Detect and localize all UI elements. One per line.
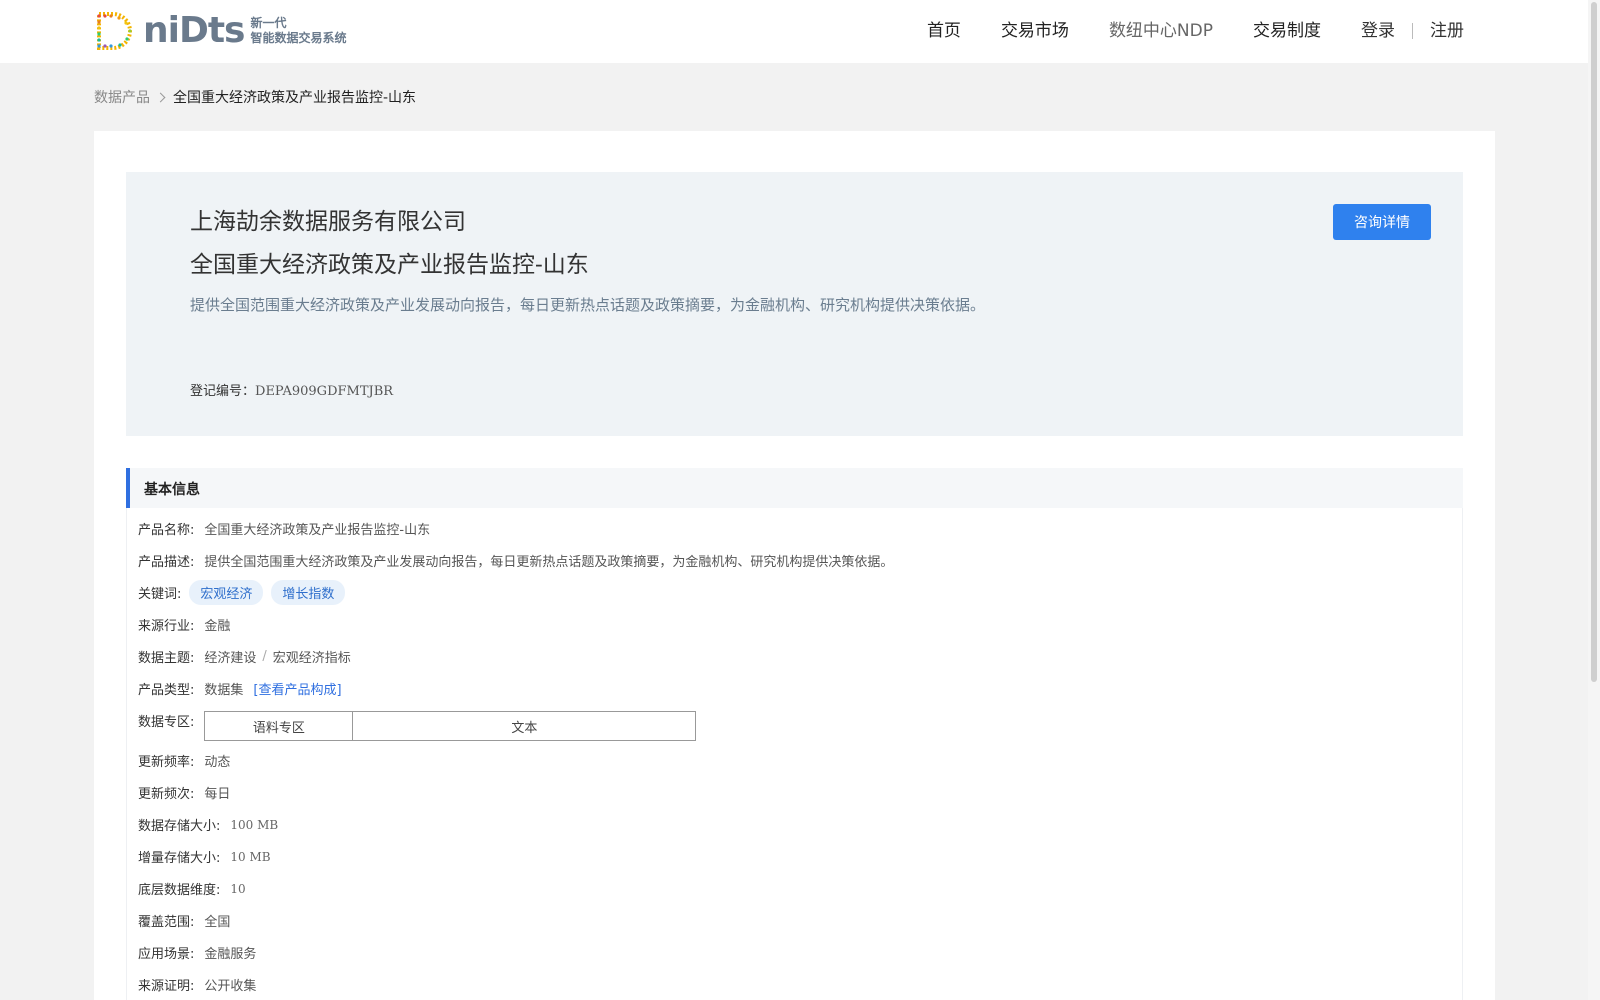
- info-label: 关键词:: [138, 587, 182, 602]
- logo-tagline: 新一代 智能数据交易系统: [251, 16, 347, 46]
- info-value: 全国: [204, 915, 231, 930]
- registration-label: 登记编号：: [190, 384, 256, 399]
- info-label: 来源行业:: [138, 619, 195, 634]
- info-label: 数据主题:: [138, 651, 195, 666]
- nav-market[interactable]: 交易市场: [1001, 18, 1069, 44]
- info-value: 10: [230, 881, 246, 896]
- info-label: 更新频率:: [138, 755, 195, 770]
- info-row-zone: 数据专区: 语料专区 文本: [138, 711, 697, 741]
- basic-info-header: 基本信息: [126, 468, 1463, 508]
- info-label: 覆盖范围:: [138, 915, 195, 930]
- registration-value: DEPA909GDFMTJBR: [255, 384, 394, 399]
- logo[interactable]: niDts 新一代 智能数据交易系统: [93, 10, 347, 52]
- main-nav: 首页 交易市场 数纽中心NDP 交易制度 登录 注册: [887, 18, 1464, 44]
- logo-wordmark: niDts: [143, 10, 245, 51]
- info-row-industry: 来源行业: 金融: [138, 615, 230, 634]
- info-row-product-name: 产品名称: 全国重大经济政策及产业报告监控-山东: [138, 519, 430, 538]
- basic-info-panel: 产品名称: 全国重大经济政策及产业报告监控-山东 产品描述: 提供全国范围重大经…: [126, 508, 1463, 1000]
- keyword-tag[interactable]: 宏观经济: [189, 580, 264, 605]
- top-header: niDts 新一代 智能数据交易系统 首页 交易市场 数纽中心NDP 交易制度 …: [0, 0, 1600, 63]
- product-title: 全国重大经济政策及产业报告监控-山东: [190, 252, 589, 278]
- chevron-right-icon: [155, 92, 166, 102]
- scrollbar-thumb[interactable]: [1591, 2, 1597, 682]
- info-label: 产品描述:: [138, 555, 195, 570]
- registration-number: 登记编号：DEPA909GDFMTJBR: [190, 380, 393, 399]
- logo-tagline-line1: 新一代: [250, 16, 287, 30]
- info-label: 数据存储大小:: [138, 819, 221, 834]
- consult-details-button[interactable]: 咨询详情: [1333, 204, 1431, 240]
- product-hero: 上海劼余数据服务有限公司 全国重大经济政策及产业报告监控-山东 提供全国范围重大…: [126, 172, 1463, 436]
- info-value: 公开收集: [204, 979, 257, 994]
- info-label: 底层数据维度:: [138, 883, 221, 898]
- info-row-theme: 数据主题: 经济建设 / 宏观经济指标: [138, 647, 351, 666]
- info-label: 产品名称:: [138, 523, 195, 538]
- info-row-source: 来源证明: 公开收集: [138, 975, 256, 994]
- info-label: 增量存储大小:: [138, 851, 221, 866]
- info-value: 数据集: [204, 683, 244, 698]
- info-row-interval: 更新频次: 每日: [138, 783, 230, 802]
- theme-separator: /: [262, 649, 267, 664]
- theme-secondary: 宏观经济指标: [272, 651, 351, 666]
- info-value: 金融: [204, 619, 231, 634]
- info-row-dimension: 底层数据维度: 10: [138, 879, 246, 899]
- info-row-type: 产品类型: 数据集 [查看产品构成]: [138, 679, 342, 698]
- info-value: 提供全国范围重大经济政策及产业发展动向报告，每日更新热点话题及政策摘要，为金融机…: [204, 555, 894, 570]
- info-row-product-desc: 产品描述: 提供全国范围重大经济政策及产业发展动向报告，每日更新热点话题及政策摘…: [138, 551, 893, 570]
- logo-tagline-line2: 智能数据交易系统: [250, 31, 347, 45]
- info-value: 100 MB: [230, 817, 279, 832]
- zone-table: 语料专区 文本: [204, 711, 697, 741]
- keyword-tag[interactable]: 增长指数: [271, 580, 346, 605]
- info-label: 产品类型:: [138, 683, 195, 698]
- nav-home[interactable]: 首页: [927, 18, 961, 44]
- info-label: 来源证明:: [138, 979, 195, 994]
- register-link[interactable]: 注册: [1430, 18, 1464, 44]
- page-scrollbar[interactable]: [1588, 0, 1600, 1000]
- section-title: 基本信息: [144, 482, 200, 498]
- nav-rules[interactable]: 交易制度: [1253, 18, 1321, 44]
- login-link[interactable]: 登录: [1361, 18, 1395, 44]
- info-row-incremental-storage: 增量存储大小: 10 MB: [138, 847, 271, 867]
- view-composition-link[interactable]: [查看产品构成]: [253, 679, 341, 698]
- breadcrumb: 数据产品 全国重大经济政策及产业报告监控-山东: [94, 87, 416, 107]
- product-detail-card: 上海劼余数据服务有限公司 全国重大经济政策及产业报告监控-山东 提供全国范围重大…: [94, 131, 1495, 1000]
- info-row-frequency: 更新频率: 动态: [138, 751, 230, 770]
- company-name: 上海劼余数据服务有限公司: [190, 209, 466, 235]
- info-label: 更新频次:: [138, 787, 195, 802]
- info-value: 动态: [204, 755, 231, 770]
- info-value: 每日: [204, 787, 231, 802]
- nav-divider: [1412, 23, 1413, 39]
- info-row-scenario: 应用场景: 金融服务: [138, 943, 256, 962]
- theme-primary: 经济建设: [204, 651, 257, 666]
- info-row-coverage: 覆盖范围: 全国: [138, 911, 230, 930]
- info-value: 全国重大经济政策及产业报告监控-山东: [204, 523, 431, 538]
- zone-name-cell: 语料专区: [205, 712, 354, 740]
- info-row-storage: 数据存储大小: 100 MB: [138, 815, 279, 835]
- info-value: 10 MB: [230, 849, 271, 864]
- info-label: 数据专区:: [138, 715, 195, 730]
- info-row-keywords: 关键词: 宏观经济 增长指数: [138, 580, 346, 605]
- info-value: 金融服务: [204, 947, 257, 962]
- nav-ndp[interactable]: 数纽中心NDP: [1109, 18, 1213, 44]
- breadcrumb-current: 全国重大经济政策及产业报告监控-山东: [173, 90, 417, 106]
- logo-mark-icon: [97, 12, 132, 50]
- zone-value-cell: 文本: [511, 720, 538, 736]
- breadcrumb-root[interactable]: 数据产品: [94, 87, 150, 107]
- info-label: 应用场景:: [138, 947, 195, 962]
- product-summary: 提供全国范围重大经济政策及产业发展动向报告，每日更新热点话题及政策摘要，为金融机…: [190, 296, 986, 314]
